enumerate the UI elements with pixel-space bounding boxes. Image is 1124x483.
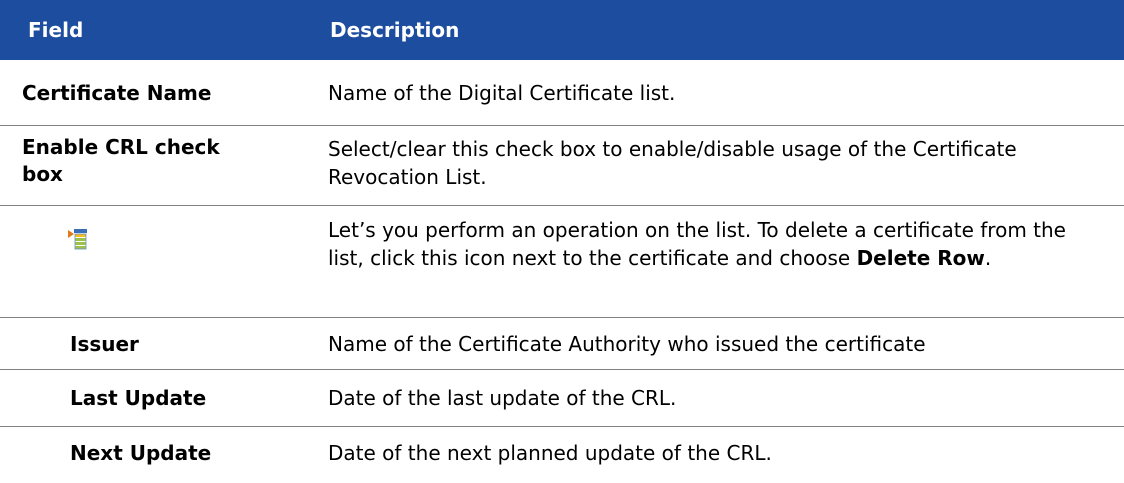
description-next-update: Date of the next planned update of the C… — [328, 441, 772, 465]
delete-row-label: Delete Row — [856, 246, 985, 270]
description-row-menu: Let’s you perform an operation on the li… — [328, 216, 1108, 272]
table-row: Last Update Date of the last update of t… — [0, 370, 1124, 427]
header-field: Field — [28, 18, 84, 42]
table-row: Let’s you perform an operation on the li… — [0, 206, 1124, 318]
field-last-update: Last Update — [70, 386, 207, 410]
row-menu-icon — [68, 228, 88, 250]
field-enable-crl-line1: Enable CRL check — [22, 135, 220, 159]
table-row: Issuer Name of the Certificate Authority… — [0, 318, 1124, 370]
table-row: Enable CRL check box Select/clear this c… — [0, 126, 1124, 206]
description-certificate-name: Name of the Digital Certificate list. — [328, 81, 676, 105]
field-enable-crl: Enable CRL check box — [22, 134, 292, 188]
field-issuer: Issuer — [70, 332, 139, 356]
table-header: Field Description — [0, 0, 1124, 60]
description-row-menu-suffix: . — [984, 246, 992, 270]
header-description: Description — [330, 18, 460, 42]
description-issuer: Name of the Certificate Authority who is… — [328, 332, 926, 356]
field-enable-crl-line2: box — [22, 162, 63, 186]
field-certificate-name: Certificate Name — [22, 81, 212, 105]
table-row: Certificate Name Name of the Digital Cer… — [0, 60, 1124, 126]
description-last-update: Date of the last update of the CRL. — [328, 386, 677, 410]
table-row: Next Update Date of the next planned upd… — [0, 427, 1124, 483]
description-enable-crl: Select/clear this check box to enable/di… — [328, 137, 1017, 189]
field-next-update: Next Update — [70, 441, 212, 465]
